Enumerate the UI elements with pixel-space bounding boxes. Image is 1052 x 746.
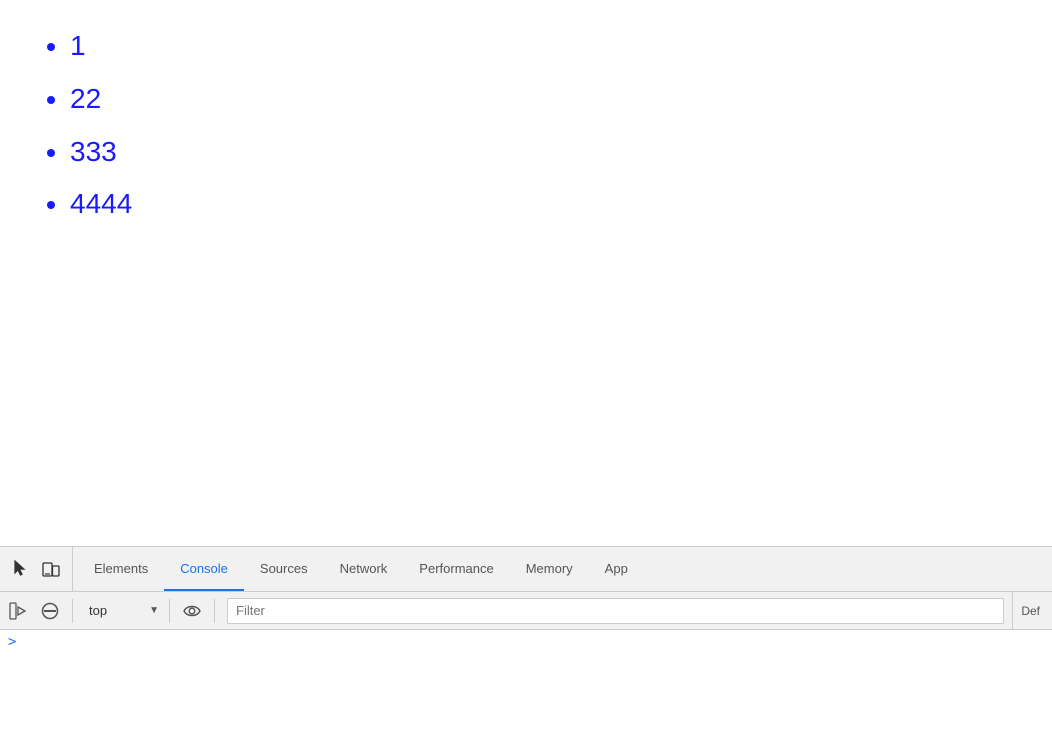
list-item: 1 [70, 20, 1012, 73]
filter-input-wrapper [227, 598, 1004, 624]
devtools-icon-group [0, 547, 73, 591]
devtools-tabs: Elements Console Sources Network Perform… [73, 547, 644, 591]
console-prompt: > [8, 634, 1044, 650]
devtools-toolbar: Elements Console Sources Network Perform… [0, 547, 1052, 592]
tab-application[interactable]: App [589, 547, 644, 591]
tab-network[interactable]: Network [324, 547, 404, 591]
default-levels-button[interactable]: Def [1012, 592, 1048, 630]
list-item: 4444 [70, 178, 1012, 231]
tab-performance[interactable]: Performance [403, 547, 509, 591]
tab-console[interactable]: Console [164, 547, 244, 591]
list-item: 22 [70, 73, 1012, 126]
console-toolbar: top ▼ Def [0, 592, 1052, 630]
console-chevron-icon: > [8, 634, 16, 650]
toolbar-divider-3 [214, 599, 215, 623]
watch-expressions-icon[interactable] [178, 597, 206, 625]
bullet-list: 1 22 333 4444 [40, 20, 1012, 231]
filter-input[interactable] [236, 603, 995, 618]
context-selector[interactable]: top ▼ [81, 599, 161, 622]
device-toolbar-icon[interactable] [40, 558, 62, 580]
inspect-icon[interactable] [10, 558, 32, 580]
console-content[interactable]: > [0, 630, 1052, 746]
tab-memory[interactable]: Memory [510, 547, 589, 591]
devtools-panel: Elements Console Sources Network Perform… [0, 546, 1052, 746]
run-script-icon[interactable] [4, 597, 32, 625]
context-select-input[interactable]: top [81, 599, 161, 622]
clear-console-icon[interactable] [36, 597, 64, 625]
toolbar-divider-2 [169, 599, 170, 623]
tab-elements[interactable]: Elements [78, 547, 164, 591]
page-content: 1 22 333 4444 [0, 0, 1052, 546]
tab-sources[interactable]: Sources [244, 547, 324, 591]
list-item: 333 [70, 126, 1012, 179]
toolbar-divider [72, 599, 73, 623]
